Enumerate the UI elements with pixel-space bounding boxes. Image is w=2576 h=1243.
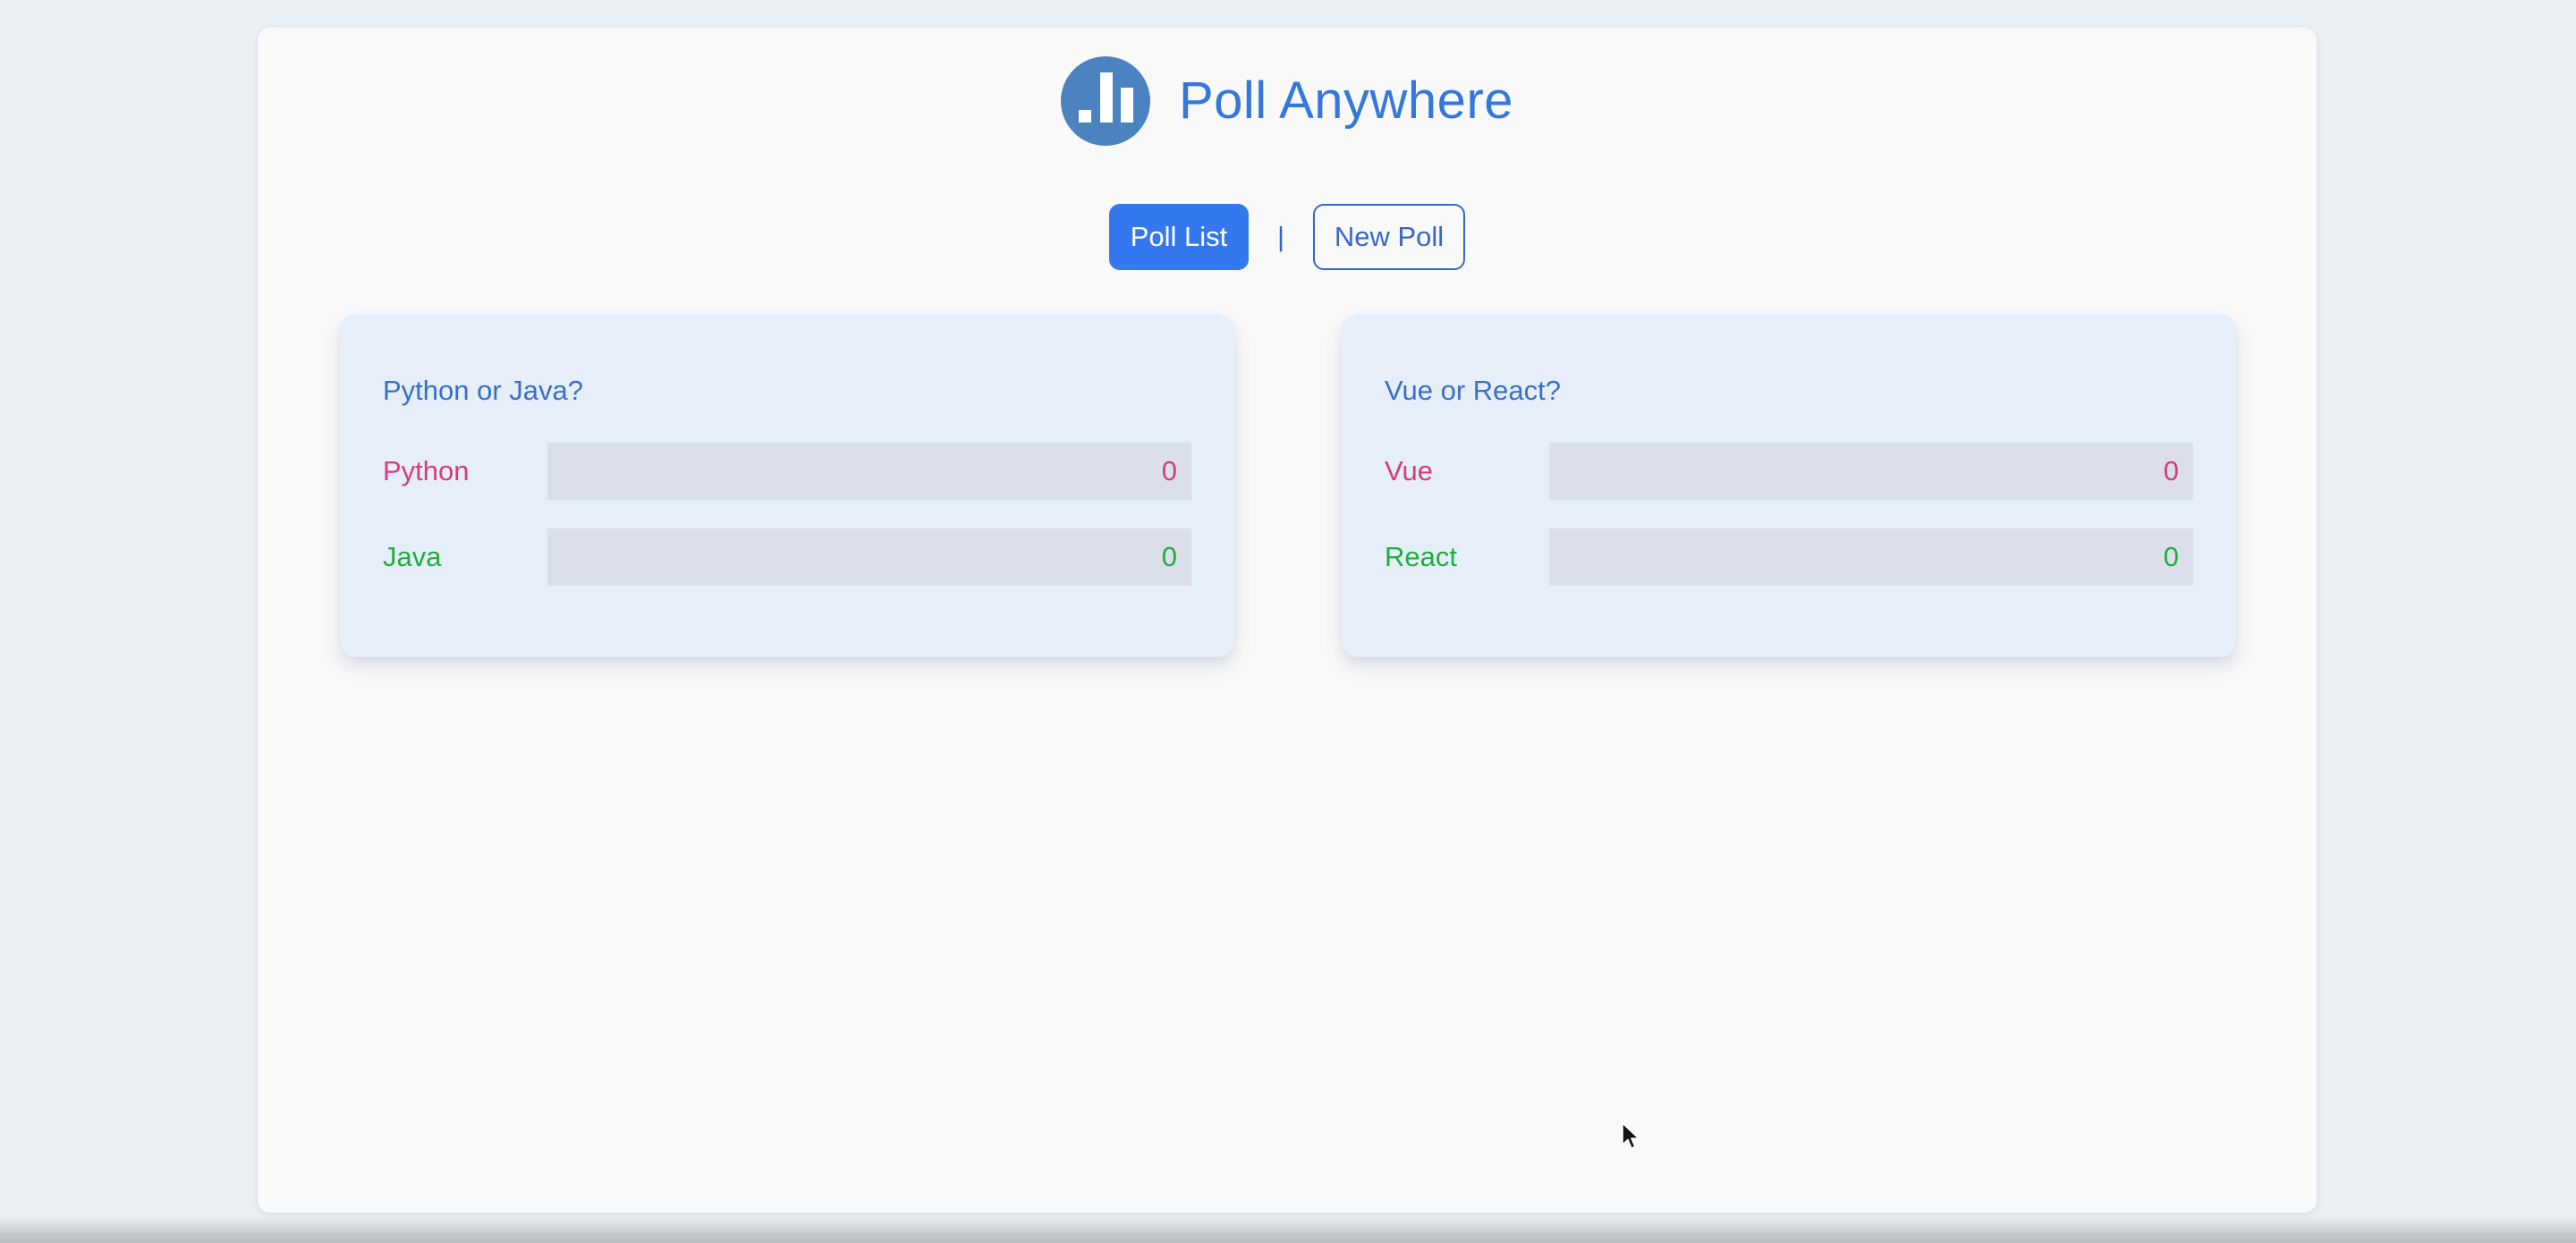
poll-card[interactable]: Vue or React? Vue 0 React 0 <box>1342 314 2236 657</box>
option-vote-count: 0 <box>1161 455 1177 486</box>
option-progress-bar: 0 <box>1549 528 2193 586</box>
poll-option-java[interactable]: Java 0 <box>383 528 1191 586</box>
app-title: Poll Anywhere <box>1178 72 1514 130</box>
poll-list-button[interactable]: Poll List <box>1109 204 1249 270</box>
poll-option-vue[interactable]: Vue 0 <box>1385 443 2193 500</box>
desktop-bottom-edge <box>0 1218 2576 1243</box>
option-vote-count: 0 <box>2163 541 2179 572</box>
new-poll-button[interactable]: New Poll <box>1313 204 1465 270</box>
option-label: Python <box>383 455 470 486</box>
option-progress-bar: 0 <box>547 443 1191 500</box>
poll-question: Python or Java? <box>383 375 584 406</box>
main-nav: Poll List | New Poll <box>258 204 2317 270</box>
poll-card[interactable]: Python or Java? Python 0 Java 0 <box>340 314 1234 657</box>
poll-option-python[interactable]: Python 0 <box>383 443 1191 500</box>
mouse-cursor-icon <box>1622 1122 1640 1149</box>
option-label: React <box>1385 541 1457 572</box>
poll-option-react[interactable]: React 0 <box>1385 528 2193 586</box>
option-label: Vue <box>1385 455 1434 486</box>
option-vote-count: 0 <box>1161 541 1177 572</box>
nav-separator: | <box>1276 221 1285 252</box>
app-header: Poll Anywhere <box>258 56 2317 146</box>
option-progress-bar: 0 <box>1549 443 2193 500</box>
bar-chart-icon <box>1060 56 1150 146</box>
option-progress-bar: 0 <box>547 528 1191 586</box>
option-label: Java <box>383 541 442 572</box>
option-vote-count: 0 <box>2163 455 2179 486</box>
app-window: Poll Anywhere Poll List | New Poll Pytho… <box>258 28 2317 1213</box>
poll-question: Vue or React? <box>1385 375 1562 406</box>
